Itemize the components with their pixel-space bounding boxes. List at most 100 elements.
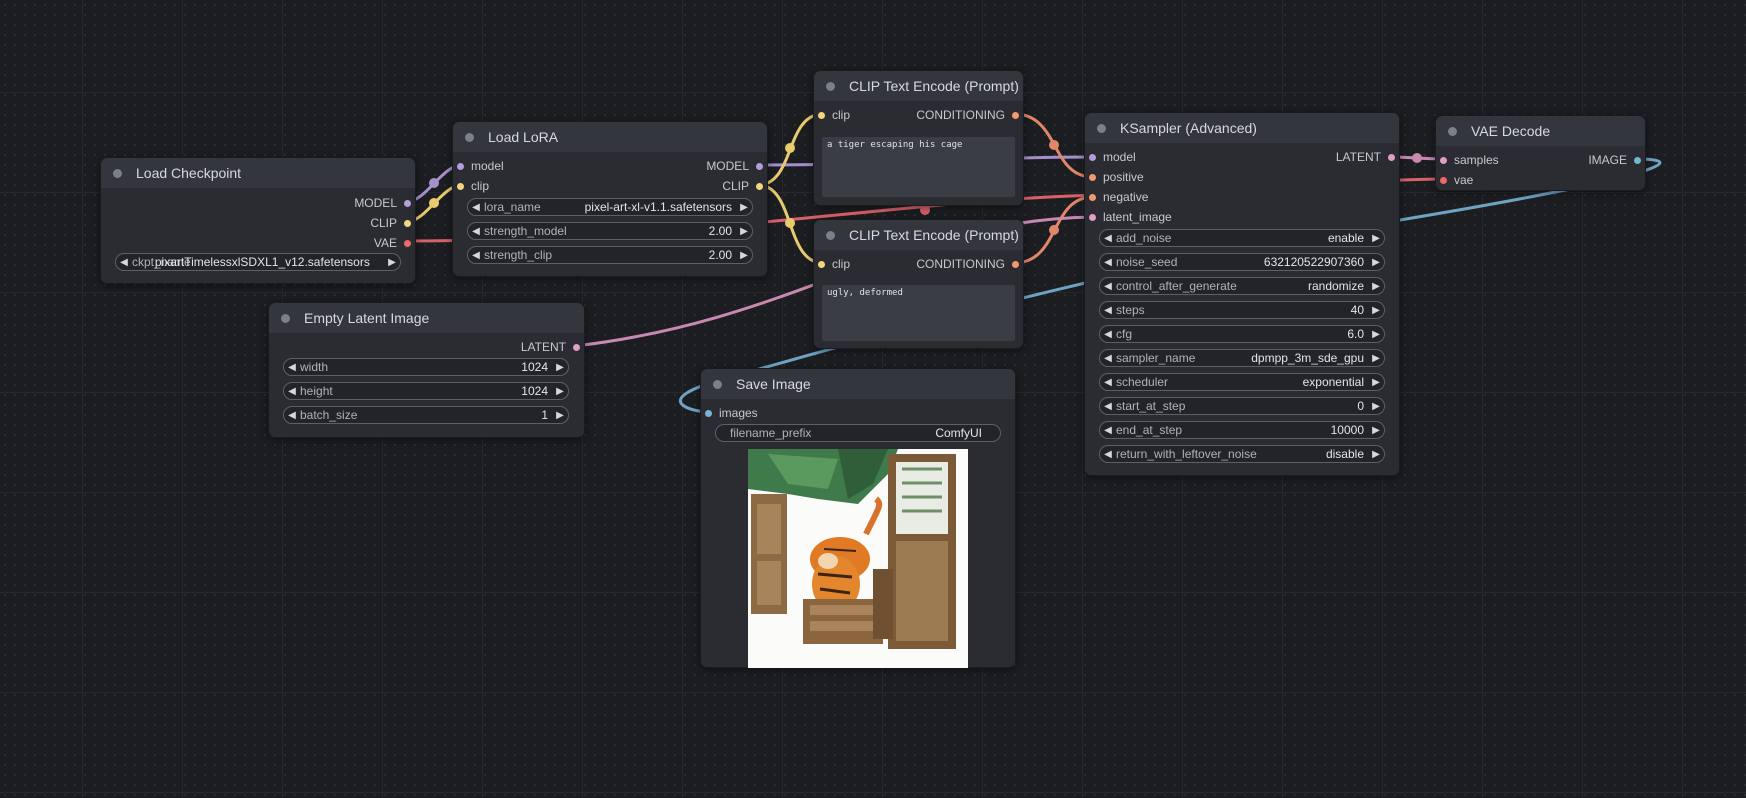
scheduler-combo[interactable]: ◀ scheduler exponential ▶ [1099,373,1385,391]
input-samples[interactable]: samples [1436,152,1499,168]
arrow-right-icon[interactable]: ▶ [384,257,400,268]
arrow-right-icon[interactable]: ▶ [1368,401,1384,412]
arrow-left-icon[interactable]: ◀ [468,250,484,261]
arrow-left-icon[interactable]: ◀ [284,362,300,373]
strength-model-number[interactable]: ◀ strength_model 2.00 ▶ [467,222,753,240]
node-load-checkpoint[interactable]: Load Checkpoint MODEL CLIP VAE ◀ ckpt_na… [100,157,416,284]
return-with-leftover-noise-combo[interactable]: ◀ return_with_leftover_noise disable ▶ [1099,445,1385,463]
prompt-textarea[interactable]: a tiger escaping his cage [822,137,1015,197]
arrow-right-icon[interactable]: ▶ [552,410,568,421]
height-number[interactable]: ◀ height 1024 ▶ [283,382,569,400]
input-clip[interactable]: clip [814,107,850,123]
control-after-generate-combo[interactable]: ◀ control_after_generate randomize ▶ [1099,277,1385,295]
ckpt-name-combo[interactable]: ◀ ckpt_name pixartTimelessxlSDXL1_v12.sa… [115,253,401,271]
output-conditioning[interactable]: CONDITIONING [916,256,1023,272]
port-dot-icon[interactable] [1089,154,1096,161]
arrow-right-icon[interactable]: ▶ [736,226,752,237]
arrow-left-icon[interactable]: ◀ [468,202,484,213]
arrow-right-icon[interactable]: ▶ [1368,449,1384,460]
input-vae[interactable]: vae [1436,172,1473,188]
port-dot-icon[interactable] [1440,157,1447,164]
output-vae[interactable]: VAE [374,235,415,251]
output-image-preview[interactable] [748,449,968,668]
input-positive[interactable]: positive [1085,169,1144,185]
port-dot-icon[interactable] [756,183,763,190]
arrow-left-icon[interactable]: ◀ [1100,353,1116,364]
output-image[interactable]: IMAGE [1588,152,1645,168]
port-dot-icon[interactable] [404,220,411,227]
port-dot-icon[interactable] [756,163,763,170]
input-latent-image[interactable]: latent_image [1085,209,1172,225]
arrow-right-icon[interactable]: ▶ [1368,425,1384,436]
port-dot-icon[interactable] [818,112,825,119]
collapse-dot-icon[interactable] [713,379,722,389]
arrow-left-icon[interactable]: ◀ [284,410,300,421]
arrow-right-icon[interactable]: ▶ [1368,377,1384,388]
port-dot-icon[interactable] [573,344,580,351]
arrow-right-icon[interactable]: ▶ [552,386,568,397]
cfg-number[interactable]: ◀ cfg 6.0 ▶ [1099,325,1385,343]
strength-clip-number[interactable]: ◀ strength_clip 2.00 ▶ [467,246,753,264]
filename-prefix-text[interactable]: filename_prefix ComfyUI [715,424,1001,442]
lora-name-combo[interactable]: ◀ lora_name pixel-art-xl-v1.1.safetensor… [467,198,753,216]
node-ksampler-advanced[interactable]: KSampler (Advanced) model positive negat… [1084,112,1400,476]
arrow-right-icon[interactable]: ▶ [1368,329,1384,340]
collapse-dot-icon[interactable] [465,132,474,142]
arrow-left-icon[interactable]: ◀ [1100,305,1116,316]
arrow-right-icon[interactable]: ▶ [1368,257,1384,268]
noise-seed-number[interactable]: ◀ noise_seed 632120522907360 ▶ [1099,253,1385,271]
node-save-image[interactable]: Save Image images filename_prefix ComfyU… [700,368,1016,668]
collapse-dot-icon[interactable] [1448,126,1457,136]
node-clip-text-encode-positive[interactable]: CLIP Text Encode (Prompt) clip CONDITION… [813,70,1024,206]
end-at-step-number[interactable]: ◀ end_at_step 10000 ▶ [1099,421,1385,439]
arrow-left-icon[interactable]: ◀ [1100,281,1116,292]
port-dot-icon[interactable] [1012,261,1019,268]
output-model[interactable]: MODEL [706,158,767,174]
node-empty-latent-image[interactable]: Empty Latent Image LATENT ◀ width 1024 ▶… [268,302,585,438]
port-dot-icon[interactable] [1089,214,1096,221]
node-header[interactable]: Load LoRA [453,122,767,152]
arrow-left-icon[interactable]: ◀ [1100,233,1116,244]
port-dot-icon[interactable] [705,410,712,417]
arrow-left-icon[interactable]: ◀ [1100,401,1116,412]
output-model[interactable]: MODEL [354,195,415,211]
port-dot-icon[interactable] [404,200,411,207]
port-dot-icon[interactable] [457,163,464,170]
arrow-right-icon[interactable]: ▶ [1368,305,1384,316]
node-header[interactable]: VAE Decode [1436,116,1645,146]
arrow-right-icon[interactable]: ▶ [736,250,752,261]
arrow-left-icon[interactable]: ◀ [116,257,132,268]
input-model[interactable]: model [1085,149,1136,165]
collapse-dot-icon[interactable] [826,230,835,240]
arrow-left-icon[interactable]: ◀ [1100,425,1116,436]
batch-size-number[interactable]: ◀ batch_size 1 ▶ [283,406,569,424]
node-load-lora[interactable]: Load LoRA model clip MODEL CLIP ◀ lora_n… [452,121,768,277]
input-clip[interactable]: clip [453,178,489,194]
input-images[interactable]: images [701,405,758,421]
node-vae-decode[interactable]: VAE Decode samples vae IMAGE [1435,115,1646,191]
collapse-dot-icon[interactable] [113,168,122,178]
arrow-right-icon[interactable]: ▶ [1368,353,1384,364]
port-dot-icon[interactable] [1440,177,1447,184]
output-latent[interactable]: LATENT [1336,149,1399,165]
port-dot-icon[interactable] [457,183,464,190]
start-at-step-number[interactable]: ◀ start_at_step 0 ▶ [1099,397,1385,415]
port-dot-icon[interactable] [404,240,411,247]
add-noise-combo[interactable]: ◀ add_noise enable ▶ [1099,229,1385,247]
node-header[interactable]: Save Image [701,369,1015,399]
arrow-right-icon[interactable]: ▶ [736,202,752,213]
input-model[interactable]: model [453,158,504,174]
port-dot-icon[interactable] [1012,112,1019,119]
collapse-dot-icon[interactable] [1097,123,1106,133]
arrow-left-icon[interactable]: ◀ [1100,449,1116,460]
output-latent[interactable]: LATENT [521,339,584,355]
output-clip[interactable]: CLIP [370,215,415,231]
port-dot-icon[interactable] [1388,154,1395,161]
node-header[interactable]: Load Checkpoint [101,158,415,188]
node-header[interactable]: Empty Latent Image [269,303,584,333]
prompt-textarea[interactable]: ugly, deformed [822,285,1015,341]
arrow-left-icon[interactable]: ◀ [1100,257,1116,268]
node-header[interactable]: KSampler (Advanced) [1085,113,1399,143]
input-clip[interactable]: clip [814,256,850,272]
arrow-left-icon[interactable]: ◀ [284,386,300,397]
